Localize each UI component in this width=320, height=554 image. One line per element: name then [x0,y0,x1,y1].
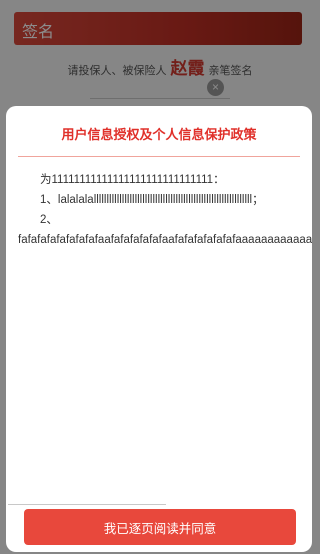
policy-paragraph: 为11111111111111111111111111111： [40,174,225,186]
policy-paragraph: 2、 [40,214,58,226]
policy-paragraph: fafafafafafafafafaafafafafafafaafafafafa… [18,234,312,246]
modal-divider [18,156,300,157]
policy-paragraph: 1、lalalalallllllllllllllllllllllllllllll… [40,194,264,206]
privacy-policy-modal: 用户信息授权及个人信息保护政策 为11111111111111111111111… [6,106,312,552]
modal-title: 用户信息授权及个人信息保护政策 [61,127,257,142]
policy-content[interactable]: 为11111111111111111111111111111： 1、lalala… [18,170,312,470]
agree-button[interactable]: 我已逐页阅读并同意 [24,509,296,545]
horizontal-scrollbar[interactable] [8,504,166,505]
